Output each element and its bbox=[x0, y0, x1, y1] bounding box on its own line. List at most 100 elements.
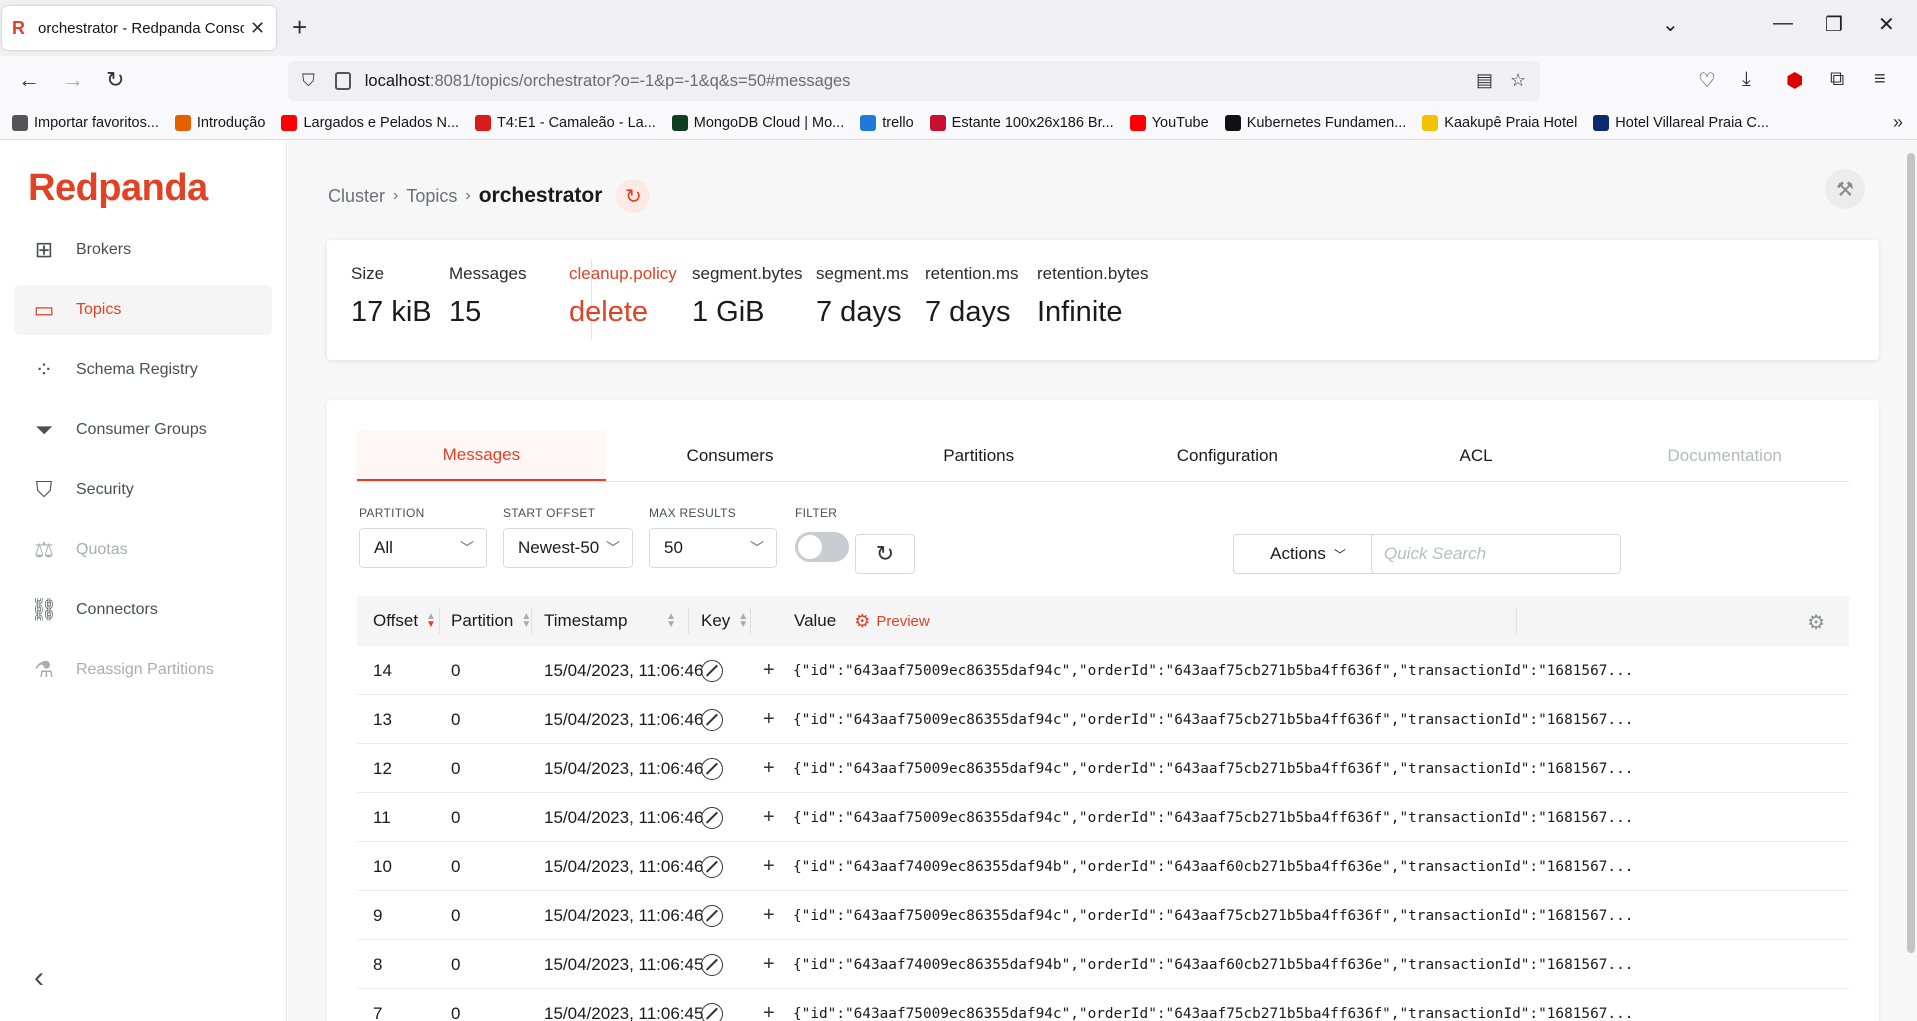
page-scrollbar[interactable] bbox=[1905, 141, 1917, 1021]
tab-configuration[interactable]: Configuration bbox=[1103, 430, 1352, 481]
forward-arrow-icon[interactable]: → bbox=[62, 66, 84, 94]
timestamp-cell: 15/04/2023, 11:06:46 bbox=[544, 758, 704, 778]
null-key-icon bbox=[701, 659, 723, 682]
quick-search-input[interactable] bbox=[1371, 534, 1621, 574]
header-partition[interactable]: Partition ▲ ▼ bbox=[451, 596, 531, 646]
sidebar-item-topics[interactable]: ▭ Topics bbox=[14, 285, 272, 335]
preview-button[interactable]: ⚙ Preview bbox=[854, 611, 930, 632]
max-results-value: 50 bbox=[664, 538, 683, 557]
download-icon[interactable]: ⤓ bbox=[1742, 68, 1751, 91]
actions-button[interactable]: Actions ﹀ bbox=[1233, 534, 1383, 574]
sidebar-item-reassign-partitions[interactable]: ⚗ Reassign Partitions bbox=[14, 645, 272, 695]
breadcrumb-topics[interactable]: Topics bbox=[406, 186, 457, 207]
table-row[interactable]: 7 0 15/04/2023, 11:06:45 + {"id":"643aaf7500… bbox=[357, 989, 1849, 1021]
expand-row-icon[interactable]: + bbox=[763, 940, 775, 989]
bookmark-label: trello bbox=[882, 114, 914, 131]
new-tab-icon[interactable]: + bbox=[292, 14, 307, 40]
tab-documentation[interactable]: Documentation bbox=[1600, 430, 1849, 481]
tab-messages[interactable]: Messages bbox=[357, 430, 606, 481]
bookmark-item[interactable]: trello bbox=[860, 114, 914, 131]
tab-close-icon[interactable]: ✕ bbox=[250, 18, 265, 39]
null-key-icon bbox=[701, 806, 723, 829]
sidebar-item-brokers[interactable]: ⊞ Brokers bbox=[14, 225, 272, 275]
stat-label: Messages bbox=[449, 264, 527, 283]
expand-row-icon[interactable]: + bbox=[763, 793, 775, 842]
sidebar-item-connectors[interactable]: ⛓ Connectors bbox=[14, 585, 272, 635]
header-timestamp[interactable]: Timestamp ▲ ▼ bbox=[544, 596, 676, 646]
sort-icon: ▲ ▼ bbox=[666, 611, 676, 630]
refresh-messages-button[interactable]: ↻ bbox=[855, 534, 915, 574]
bookmark-item[interactable]: Introdução bbox=[174, 114, 266, 131]
adblock-extension-icon[interactable]: ⬢ bbox=[1786, 68, 1803, 93]
restore-icon[interactable]: ❐ bbox=[1825, 12, 1843, 37]
table-row[interactable]: 11 0 15/04/2023, 11:06:46 + {"id":"643aaf750… bbox=[357, 793, 1849, 842]
bookmark-item[interactable]: Hotel Villareal Praia C... bbox=[1593, 114, 1769, 131]
scrollbar-thumb[interactable] bbox=[1907, 153, 1915, 953]
expand-row-icon[interactable]: + bbox=[763, 891, 775, 940]
sidebar-nav: ⊞ Brokers ▭ Topics ⁘ Schema Registry ⏷ Consumer… bbox=[14, 225, 272, 705]
tab-list-chevron-icon[interactable]: ⌄ bbox=[1662, 12, 1679, 37]
table-row[interactable]: 10 0 15/04/2023, 11:06:46 + {"id":"643aaf740… bbox=[357, 842, 1849, 891]
partition-select[interactable]: All ﹀ bbox=[359, 528, 487, 568]
url-text[interactable]: localhost:8081/topics/orchestrator?o=-1&… bbox=[365, 72, 851, 91]
table-row[interactable]: 13 0 15/04/2023, 11:06:46 + {"id":"643aaf750… bbox=[357, 695, 1849, 744]
back-arrow-icon[interactable]: ← bbox=[18, 66, 40, 94]
bookmark-item[interactable]: Kaakupê Praia Hotel bbox=[1422, 114, 1577, 131]
url-bar[interactable]: ⛉ localhost:8081/topics/orchestrator?o=-… bbox=[288, 61, 1540, 101]
minimize-icon[interactable]: — bbox=[1773, 12, 1793, 35]
bookmark-item[interactable]: T4:E1 - Camaleão - La... bbox=[475, 114, 656, 131]
expand-row-icon[interactable]: + bbox=[763, 744, 775, 793]
redpanda-logo[interactable]: Redpanda bbox=[28, 167, 208, 210]
extensions-icon[interactable]: ⧉ bbox=[1830, 68, 1844, 91]
more-bookmarks-icon[interactable]: » bbox=[1893, 112, 1903, 133]
page-info-icon[interactable] bbox=[334, 72, 351, 90]
browser-tab[interactable]: R orchestrator - Redpanda Console ✕ bbox=[2, 6, 276, 50]
app-menu-icon[interactable]: ≡ bbox=[1874, 68, 1886, 91]
table-row[interactable]: 9 0 15/04/2023, 11:06:46 + {"id":"643aaf7500… bbox=[357, 891, 1849, 940]
reload-icon[interactable]: ↻ bbox=[106, 66, 124, 94]
expand-row-icon[interactable]: + bbox=[763, 646, 775, 695]
sidebar-item-schema-registry[interactable]: ⁘ Schema Registry bbox=[14, 345, 272, 395]
expand-row-icon[interactable]: + bbox=[763, 989, 775, 1021]
reader-view-icon[interactable]: ▤ bbox=[1476, 70, 1493, 91]
stat-value: 7 days bbox=[816, 296, 902, 328]
column-settings-gear-icon[interactable]: ⚙ bbox=[1807, 610, 1825, 635]
tab-partitions[interactable]: Partitions bbox=[854, 430, 1103, 481]
wrench-icon[interactable]: ⚒ bbox=[1825, 169, 1865, 209]
expand-row-icon[interactable]: + bbox=[763, 842, 775, 891]
breadcrumb-cluster[interactable]: Cluster bbox=[328, 186, 385, 207]
bookmark-star-icon[interactable]: ☆ bbox=[1510, 70, 1526, 91]
bookmark-label: Introdução bbox=[196, 114, 266, 131]
tab-acl[interactable]: ACL bbox=[1352, 430, 1601, 481]
expand-row-icon[interactable]: + bbox=[763, 695, 775, 744]
table-row[interactable]: 12 0 15/04/2023, 11:06:46 + {"id":"643aaf750… bbox=[357, 744, 1849, 793]
start-offset-select[interactable]: Newest-50 ﹀ bbox=[503, 528, 633, 568]
header-offset[interactable]: Offset ▲ ▼ bbox=[373, 596, 436, 646]
sidebar-item-security[interactable]: ⛉ Security bbox=[14, 465, 272, 515]
header-key[interactable]: Key ▲ ▼ bbox=[701, 596, 748, 646]
sidebar-item-label: Consumer Groups bbox=[76, 421, 207, 438]
filter-toggle[interactable] bbox=[795, 532, 849, 562]
collapse-sidebar-icon[interactable]: ‹ bbox=[34, 961, 44, 995]
bookmark-item[interactable]: Largados e Pelados N... bbox=[281, 114, 459, 131]
tab-consumers[interactable]: Consumers bbox=[606, 430, 855, 481]
table-row[interactable]: 14 0 15/04/2023, 11:06:46 + {"id":"643aaf750… bbox=[357, 646, 1849, 695]
bookmark-item[interactable]: MongoDB Cloud | Mo... bbox=[671, 114, 844, 131]
window-close-icon[interactable]: ✕ bbox=[1878, 12, 1895, 37]
timestamp-cell: 15/04/2023, 11:06:46 bbox=[544, 807, 704, 827]
partition-cell: 0 bbox=[451, 954, 461, 974]
bookmark-item[interactable]: Importar favoritos... bbox=[12, 114, 159, 131]
stat-retention-ms: retention.ms 7 days bbox=[925, 264, 1019, 329]
tracking-shield-icon[interactable]: ⛉ bbox=[302, 71, 315, 91]
bookmark-item[interactable]: YouTube bbox=[1129, 114, 1209, 131]
pocket-icon[interactable]: ♡ bbox=[1698, 68, 1716, 93]
sidebar-item-quotas[interactable]: ⚖ Quotas bbox=[14, 525, 272, 575]
bookmark-item[interactable]: Kubernetes Fundamen... bbox=[1224, 114, 1406, 131]
partition-value: All bbox=[374, 538, 393, 557]
bookmark-item[interactable]: Estante 100x26x186 Br... bbox=[929, 114, 1114, 131]
max-results-select[interactable]: 50 ﹀ bbox=[649, 528, 777, 568]
table-row[interactable]: 8 0 15/04/2023, 11:06:45 + {"id":"643aaf7400… bbox=[357, 940, 1849, 989]
sidebar-item-consumer-groups[interactable]: ⏷ Consumer Groups bbox=[14, 405, 272, 455]
sidebar-item-label: Topics bbox=[76, 301, 122, 318]
refresh-topic-icon[interactable]: ↻ bbox=[616, 179, 651, 213]
